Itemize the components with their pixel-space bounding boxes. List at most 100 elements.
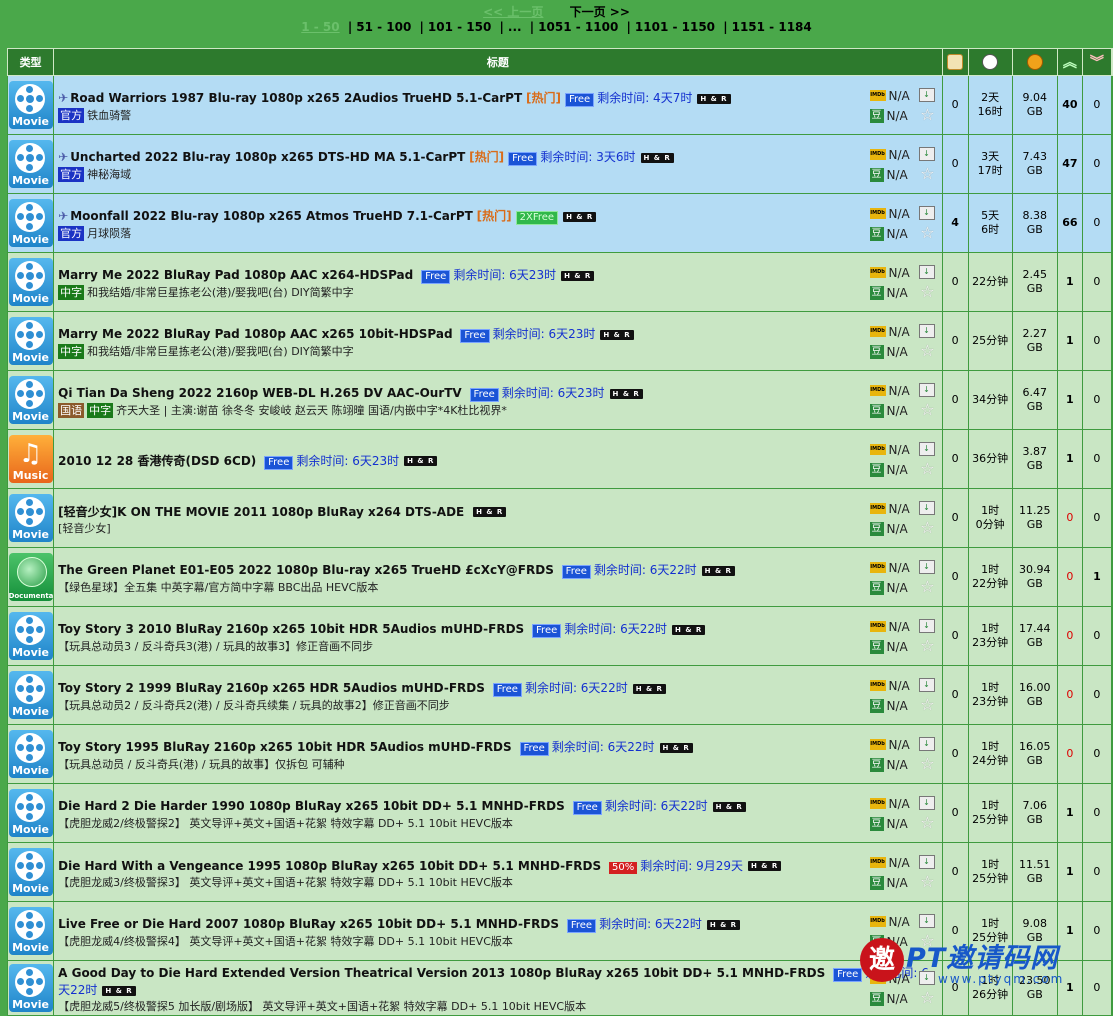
leechers-count[interactable]: 0 [1081, 724, 1112, 784]
sort-seeders-header[interactable]: ︽ [1056, 48, 1083, 76]
seeders-count[interactable]: 0 [1056, 724, 1083, 784]
movie-category-icon[interactable]: Movie [8, 612, 53, 660]
leechers-count[interactable]: 0 [1081, 370, 1112, 430]
movie-category-icon[interactable]: Movie [8, 140, 53, 188]
sort-size-header[interactable] [1011, 48, 1058, 76]
comments-count[interactable]: 4 [941, 193, 969, 253]
leechers-count[interactable]: 0 [1081, 252, 1112, 312]
page-link[interactable]: 1101 - 1150 [635, 20, 715, 34]
seeders-count[interactable]: 1 [1056, 252, 1083, 312]
comments-count[interactable]: 0 [941, 783, 969, 843]
seeders-count[interactable]: 1 [1056, 370, 1083, 430]
sort-type-header[interactable]: 类型 [6, 48, 55, 76]
seeders-count[interactable]: 47 [1056, 134, 1083, 194]
movie-category-icon[interactable]: Movie [8, 730, 53, 778]
seeders-count[interactable]: 0 [1056, 606, 1083, 666]
movie-category-icon[interactable]: Movie [8, 907, 53, 955]
download-icon[interactable]: ↓ [918, 501, 935, 515]
comments-count[interactable]: 0 [941, 429, 969, 489]
torrent-title-link[interactable]: Toy Story 1995 BluRay 2160p x265 10bit H… [58, 740, 512, 754]
download-icon[interactable]: ↓ [918, 914, 935, 928]
bookmark-star-icon[interactable]: ☆ [920, 754, 934, 774]
page-link[interactable]: 1051 - 1100 [538, 20, 618, 34]
torrent-title-link[interactable]: Moonfall 2022 Blu-ray 1080p x265 Atmos T… [70, 209, 473, 223]
bookmark-star-icon[interactable]: ☆ [920, 577, 934, 597]
movie-category-icon[interactable]: Movie [8, 671, 53, 719]
leechers-count[interactable]: 1 [1081, 547, 1112, 607]
comments-count[interactable]: 0 [941, 488, 969, 548]
download-icon[interactable]: ↓ [918, 619, 935, 633]
comments-count[interactable]: 0 [941, 842, 969, 902]
download-icon[interactable]: ↓ [918, 265, 935, 279]
download-icon[interactable]: ↓ [918, 324, 935, 338]
leechers-count[interactable]: 0 [1081, 193, 1112, 253]
download-icon[interactable]: ↓ [918, 796, 935, 810]
download-icon[interactable]: ↓ [918, 855, 935, 869]
comments-count[interactable]: 0 [941, 665, 969, 725]
download-icon[interactable]: ↓ [918, 147, 935, 161]
leechers-count[interactable]: 0 [1081, 429, 1112, 489]
bookmark-star-icon[interactable]: ☆ [920, 164, 934, 184]
bookmark-star-icon[interactable]: ☆ [920, 518, 934, 538]
seeders-count[interactable]: 40 [1056, 75, 1083, 135]
comments-count[interactable]: 0 [941, 606, 969, 666]
movie-category-icon[interactable]: Movie [8, 848, 53, 896]
leechers-count[interactable]: 0 [1081, 842, 1112, 902]
download-icon[interactable]: ↓ [918, 206, 935, 220]
music-category-icon[interactable]: ♫ Music [8, 435, 53, 483]
comments-count[interactable]: 0 [941, 75, 969, 135]
page-link[interactable]: 51 - 100 [356, 20, 411, 34]
seeders-count[interactable]: 1 [1056, 842, 1083, 902]
seeders-count[interactable]: 0 [1056, 665, 1083, 725]
comments-count[interactable]: 0 [941, 370, 969, 430]
bookmark-star-icon[interactable]: ☆ [920, 105, 934, 125]
torrent-title-link[interactable]: Road Warriors 1987 Blu-ray 1080p x265 2A… [70, 91, 522, 105]
bookmark-star-icon[interactable]: ☆ [920, 459, 934, 479]
sort-time-header[interactable] [967, 48, 1013, 76]
torrent-title-link[interactable]: Die Hard 2 Die Harder 1990 1080p BluRay … [58, 799, 565, 813]
seeders-count[interactable]: 1 [1056, 429, 1083, 489]
torrent-title-link[interactable]: Uncharted 2022 Blu-ray 1080p x265 DTS-HD… [70, 150, 465, 164]
torrent-title-link[interactable]: A Good Day to Die Hard Extended Version … [58, 966, 825, 980]
seeders-count[interactable]: 0 [1056, 488, 1083, 548]
torrent-title-link[interactable]: Live Free or Die Hard 2007 1080p BluRay … [58, 917, 559, 931]
bookmark-star-icon[interactable]: ☆ [920, 636, 934, 656]
leechers-count[interactable]: 0 [1081, 134, 1112, 194]
torrent-title-link[interactable]: Toy Story 3 2010 BluRay 2160p x265 10bit… [58, 622, 524, 636]
movie-category-icon[interactable]: Movie [8, 317, 53, 365]
prev-page-link[interactable]: << 上一页 [483, 5, 543, 19]
comments-count[interactable]: 0 [941, 547, 969, 607]
leechers-count[interactable]: 0 [1081, 488, 1112, 548]
movie-category-icon[interactable]: Movie [8, 789, 53, 837]
bookmark-star-icon[interactable]: ☆ [920, 223, 934, 243]
bookmark-star-icon[interactable]: ☆ [920, 282, 934, 302]
sort-title-header[interactable]: 标题 [53, 48, 943, 76]
movie-category-icon[interactable]: Movie [8, 376, 53, 424]
next-page-link[interactable]: 下一页 >> [570, 5, 630, 19]
movie-category-icon[interactable]: Movie [8, 494, 53, 542]
download-icon[interactable]: ↓ [918, 442, 935, 456]
comments-count[interactable]: 0 [941, 134, 969, 194]
seeders-count[interactable]: 1 [1056, 311, 1083, 371]
sort-comments-header[interactable] [941, 48, 969, 76]
download-icon[interactable]: ↓ [918, 560, 935, 574]
comments-count[interactable]: 0 [941, 724, 969, 784]
leechers-count[interactable]: 0 [1081, 606, 1112, 666]
bookmark-star-icon[interactable]: ☆ [920, 695, 934, 715]
download-icon[interactable]: ↓ [918, 88, 935, 102]
torrent-title-link[interactable]: Qi Tian Da Sheng 2022 2160p WEB-DL H.265… [58, 386, 462, 400]
leechers-count[interactable]: 0 [1081, 783, 1112, 843]
leechers-count[interactable]: 0 [1081, 311, 1112, 371]
documentary-category-icon[interactable]: Documentary [8, 553, 53, 601]
bookmark-star-icon[interactable]: ☆ [920, 400, 934, 420]
comments-count[interactable]: 0 [941, 252, 969, 312]
bookmark-star-icon[interactable]: ☆ [920, 813, 934, 833]
download-icon[interactable]: ↓ [918, 678, 935, 692]
page-link[interactable]: 1151 - 1184 [732, 20, 812, 34]
sort-leechers-header[interactable]: ︾ [1081, 48, 1112, 76]
download-icon[interactable]: ↓ [918, 737, 935, 751]
page-link[interactable]: 101 - 150 [428, 20, 491, 34]
seeders-count[interactable]: 0 [1056, 547, 1083, 607]
torrent-title-link[interactable]: Marry Me 2022 BluRay Pad 1080p AAC x264-… [58, 268, 413, 282]
movie-category-icon[interactable]: Movie [8, 199, 53, 247]
